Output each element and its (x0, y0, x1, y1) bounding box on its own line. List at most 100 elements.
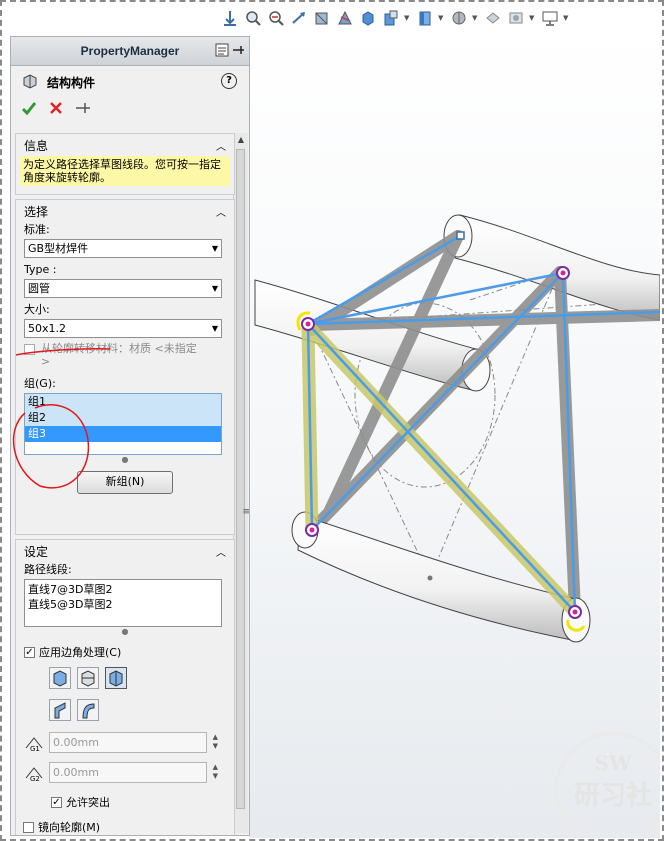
gap2-icon: G2 (23, 764, 45, 785)
display-style-icon[interactable] (358, 8, 378, 28)
allow-protrusion-checkbox[interactable]: ✓ (51, 796, 62, 808)
graphics-area[interactable]: SW 研习社 (250, 32, 660, 838)
type-value: 圆管 (28, 282, 50, 295)
transfer-material-row[interactable]: 从轮廓转移材料：材质 <未指定> (16, 342, 234, 372)
selection-group: 选择 ︿ 标准: GB型材焊件 ▼ Type : 圆管 ▼ 大小: 50x1.2… (15, 199, 235, 535)
spin-arrows-icon[interactable]: ▲ ▼ (213, 733, 218, 751)
dynamic-annotation-icon[interactable] (335, 8, 355, 28)
panel-scrollbar[interactable]: ▲ (233, 133, 248, 833)
allow-protrusion-label: 允许突出 (66, 796, 110, 809)
view-toolbar: ▼ ▼ ▼ ▼ ▼ (220, 4, 660, 32)
corner-treatment-label: 应用边角处理(C) (39, 646, 122, 659)
path-segments-list[interactable]: 直线7@3D草图2 直线5@3D草图2 (24, 579, 222, 627)
hide-show-items-icon[interactable] (381, 8, 401, 28)
dropdown-caret-icon[interactable]: ▼ (438, 14, 446, 22)
property-manager-header: PropertyManager (11, 37, 249, 66)
panel-pin-icon[interactable] (231, 43, 245, 60)
allow-protrusion-row[interactable]: ✓ 允许突出 (51, 794, 110, 810)
render-tools-icon[interactable] (506, 8, 526, 28)
transfer-material-checkbox[interactable] (24, 344, 35, 355)
size-label: 大小: (24, 303, 50, 316)
chevron-down-icon[interactable]: ▼ (212, 280, 218, 297)
collapse-chevron-icon[interactable]: ︿ (216, 138, 226, 153)
size-select[interactable]: 50x1.2 ▼ (24, 319, 222, 338)
chevron-down-icon[interactable]: ▼ (212, 320, 218, 337)
section-view-icon[interactable] (312, 8, 332, 28)
info-group-title: 信息 (24, 138, 49, 153)
selection-group-header[interactable]: 选择 ︿ (16, 200, 234, 222)
transfer-material-label: 从轮廓转移材料：材质 <未指定> (41, 342, 197, 368)
mirror-profile-checkbox[interactable] (23, 821, 34, 833)
merge-miter-icon[interactable] (49, 699, 71, 721)
end-butt2-icon[interactable] (105, 667, 127, 689)
list-item[interactable]: 直线7@3D草图2 (28, 582, 218, 597)
standard-label: 标准: (24, 223, 50, 236)
gap1-input[interactable]: 0.00mm ▲ ▼ (49, 732, 218, 753)
scrollbar-thumb[interactable] (236, 149, 245, 809)
pushpin-icon[interactable] (75, 101, 91, 118)
gap1-value: 0.00mm (53, 736, 99, 749)
help-icon[interactable]: ? (221, 73, 237, 89)
dropdown-caret-icon[interactable]: ▼ (563, 14, 571, 22)
property-manager-title: PropertyManager (80, 44, 180, 58)
previous-view-icon[interactable] (289, 8, 309, 28)
apply-scene-icon[interactable] (449, 8, 469, 28)
gap2-label: G2 (30, 775, 40, 782)
merge-trim-icon[interactable] (77, 699, 99, 721)
path-segments-label: 路径线段: (24, 563, 72, 576)
size-value: 50x1.2 (28, 322, 67, 335)
list-item[interactable]: 组2 (25, 410, 221, 426)
zoom-to-fit-icon[interactable] (243, 8, 263, 28)
spin-arrows-icon[interactable]: ▲ ▼ (213, 763, 218, 781)
watermark-line2: 研习社 (573, 781, 652, 811)
collapse-chevron-icon[interactable]: ︿ (216, 544, 226, 559)
type-select[interactable]: 圆管 ▼ (24, 279, 222, 298)
standard-value: GB型材焊件 (28, 242, 89, 255)
dropdown-caret-icon[interactable]: ▼ (472, 14, 480, 22)
groups-label: 组(G): (24, 377, 56, 390)
list-item[interactable]: 组1 (25, 394, 221, 410)
edit-appearance-icon[interactable] (415, 8, 435, 28)
gap1-label: G1 (30, 745, 40, 752)
watermark-line1: SW (594, 751, 632, 775)
resize-handle[interactable]: ● (16, 627, 234, 639)
gap2-value: 0.00mm (53, 766, 99, 779)
mirror-profile-label: 镜向轮廓(M) (38, 821, 101, 834)
new-group-button[interactable]: 新组(N) (77, 471, 173, 494)
list-item[interactable]: 组3 (25, 426, 221, 442)
corner-treatment-row[interactable]: ✓ 应用边角处理(C) (16, 643, 234, 661)
end-trim-icon[interactable] (49, 667, 71, 689)
gap1-icon: G1 (23, 734, 45, 755)
view-orientation-icon[interactable] (220, 8, 240, 28)
confirm-row (11, 98, 249, 120)
resize-handle[interactable]: ● (16, 455, 234, 467)
standard-select[interactable]: GB型材焊件 ▼ (24, 239, 222, 258)
property-manager-panel: PropertyManager 结构构件 ? ▲ 信息 ︿ 为定义路径选择草图线… (10, 36, 250, 836)
monitor-icon[interactable] (540, 8, 560, 28)
panel-splitter-icon[interactable]: ≡ (242, 507, 249, 517)
settings-group-title: 设定 (24, 544, 49, 559)
view-settings-icon[interactable] (483, 8, 503, 28)
dropdown-caret-icon[interactable]: ▼ (529, 14, 537, 22)
list-item[interactable]: 直线5@3D草图2 (28, 597, 218, 612)
weldment-model (254, 214, 660, 643)
type-label: Type : (24, 263, 57, 276)
check-icon[interactable] (21, 100, 37, 119)
settings-group-header[interactable]: 设定 ︿ (16, 540, 234, 562)
gap2-input[interactable]: 0.00mm ▲ ▼ (49, 762, 218, 783)
selection-group-title: 选择 (24, 204, 49, 219)
mirror-profile-row[interactable]: 镜向轮廓(M) (23, 819, 100, 835)
scroll-up-icon[interactable]: ▲ (234, 133, 248, 147)
collapse-chevron-icon[interactable]: ︿ (216, 204, 226, 219)
zoom-area-icon[interactable] (266, 8, 286, 28)
info-group-header[interactable]: 信息 ︿ (16, 134, 234, 156)
groups-list[interactable]: 组1 组2 组3 (24, 393, 222, 455)
panel-options-icon[interactable] (215, 43, 229, 60)
x-icon[interactable] (49, 101, 63, 118)
chevron-down-icon[interactable]: ▼ (212, 240, 218, 257)
feature-name: 结构构件 (47, 75, 96, 90)
feature-title-row: 结构构件 ? (11, 66, 249, 98)
end-butt1-icon[interactable] (77, 667, 99, 689)
corner-treatment-checkbox[interactable]: ✓ (24, 646, 35, 658)
dropdown-caret-icon[interactable]: ▼ (404, 14, 412, 22)
